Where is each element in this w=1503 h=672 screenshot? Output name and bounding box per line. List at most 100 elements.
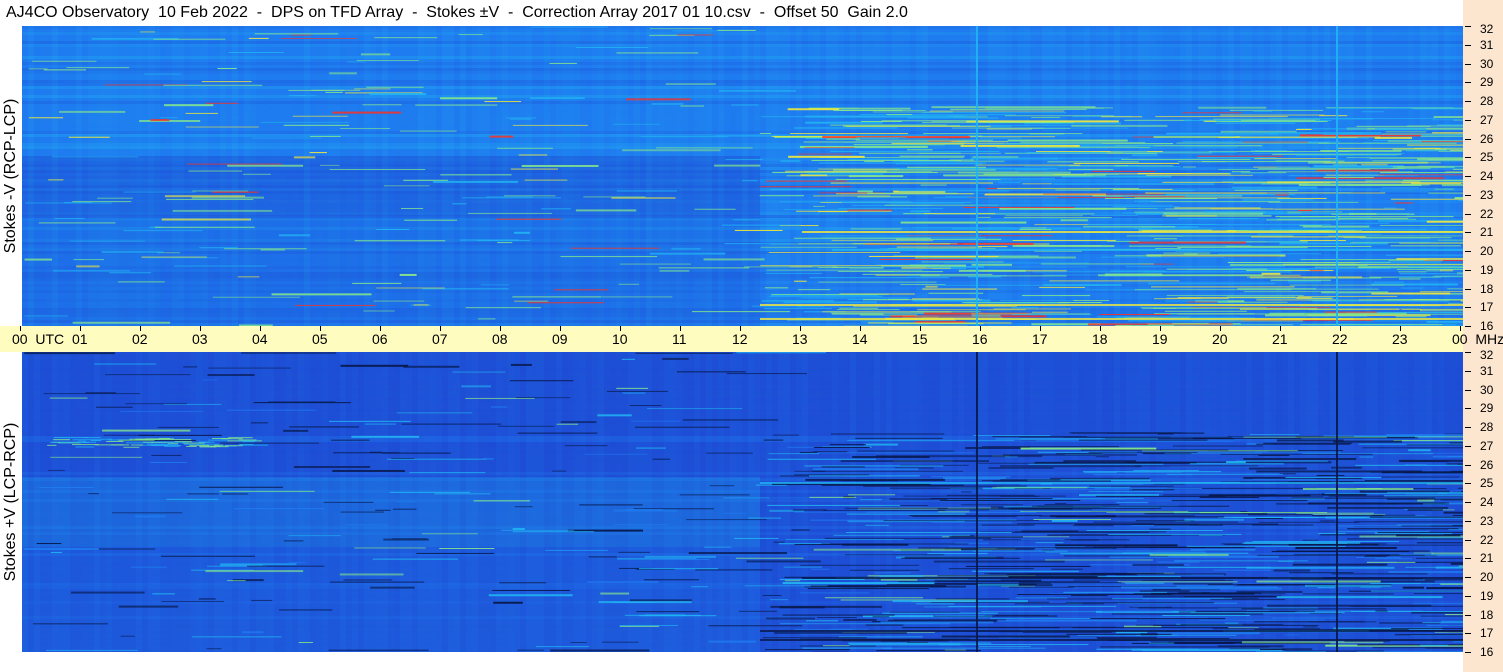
frequency-tick-label: 26 bbox=[1480, 457, 1494, 472]
interference-streak bbox=[1073, 299, 1110, 301]
interference-streak bbox=[1101, 256, 1225, 258]
utc-tick-mark bbox=[200, 326, 201, 331]
interference-streak bbox=[345, 524, 389, 526]
interference-streak bbox=[977, 178, 1055, 180]
interference-streak bbox=[251, 599, 273, 601]
interference-streak bbox=[739, 610, 777, 612]
time-column bbox=[532, 352, 538, 652]
interference-streak bbox=[734, 537, 779, 539]
time-column bbox=[286, 352, 292, 652]
interference-streak bbox=[960, 144, 1080, 147]
interference-streak bbox=[1390, 198, 1463, 200]
interference-streak bbox=[888, 202, 964, 204]
interference-streak bbox=[1246, 269, 1295, 271]
interference-streak bbox=[1292, 563, 1388, 566]
interference-streak bbox=[1088, 491, 1163, 493]
interference-streak bbox=[1289, 572, 1354, 574]
interference-streak bbox=[630, 420, 681, 422]
interference-streak bbox=[960, 491, 972, 493]
interference-streak bbox=[208, 367, 291, 369]
interference-streak bbox=[1095, 495, 1226, 497]
interference-streak bbox=[677, 34, 713, 36]
interference-streak bbox=[413, 304, 429, 306]
frequency-tick-label: 21 bbox=[1480, 551, 1494, 566]
interference-streak bbox=[857, 450, 954, 452]
interference-streak bbox=[1220, 453, 1373, 455]
interference-streak bbox=[512, 528, 525, 531]
time-column bbox=[328, 26, 334, 326]
time-column bbox=[640, 352, 646, 652]
time-column bbox=[1258, 26, 1264, 326]
interference-streak bbox=[1100, 646, 1270, 648]
interference-streak bbox=[809, 496, 856, 498]
interference-streak bbox=[499, 582, 547, 584]
interference-streak bbox=[760, 186, 852, 188]
time-column bbox=[1462, 352, 1463, 652]
early-emission-burst bbox=[228, 437, 253, 439]
time-column bbox=[520, 352, 526, 652]
time-column bbox=[700, 26, 706, 326]
interference-streak bbox=[160, 117, 178, 119]
interference-streak bbox=[1215, 224, 1332, 226]
time-column bbox=[304, 26, 310, 326]
interference-streak bbox=[1380, 172, 1463, 174]
interference-streak bbox=[1316, 474, 1345, 476]
interference-streak bbox=[1385, 131, 1427, 133]
early-emission-burst bbox=[198, 441, 215, 443]
interference-streak bbox=[855, 139, 993, 141]
interference-streak bbox=[1241, 120, 1316, 122]
interference-streak bbox=[1253, 110, 1273, 112]
interference-streak bbox=[767, 458, 876, 460]
interference-streak bbox=[977, 583, 1019, 586]
interference-streak bbox=[1165, 300, 1228, 302]
interference-streak bbox=[552, 470, 567, 472]
interference-streak bbox=[722, 224, 801, 226]
interference-streak bbox=[847, 158, 930, 160]
interference-streak bbox=[889, 487, 983, 489]
interference-streak bbox=[1142, 579, 1234, 581]
time-column bbox=[1276, 26, 1282, 326]
time-column bbox=[28, 352, 34, 652]
interference-streak bbox=[1381, 187, 1419, 189]
time-column bbox=[346, 26, 352, 326]
frequency-tick-label: 21 bbox=[1480, 225, 1494, 240]
early-emission-burst bbox=[123, 446, 140, 448]
time-column bbox=[130, 26, 136, 326]
time-column bbox=[1078, 352, 1084, 652]
interference-streak bbox=[782, 614, 895, 616]
time-column bbox=[184, 26, 190, 326]
interference-streak bbox=[948, 568, 1034, 570]
interference-streak bbox=[1450, 562, 1463, 565]
time-column bbox=[1270, 352, 1276, 652]
interference-streak bbox=[719, 89, 796, 92]
interference-streak bbox=[1259, 593, 1286, 595]
time-column bbox=[712, 26, 718, 326]
interference-streak bbox=[920, 275, 1067, 277]
time-column bbox=[1378, 352, 1384, 652]
interference-streak bbox=[809, 475, 920, 477]
interference-streak bbox=[59, 110, 126, 113]
interference-streak bbox=[1078, 439, 1208, 441]
interference-streak bbox=[1396, 534, 1461, 537]
interference-streak bbox=[517, 432, 598, 434]
interference-streak bbox=[989, 573, 1122, 575]
time-column bbox=[304, 352, 310, 652]
interference-streak bbox=[1361, 164, 1388, 166]
interference-streak bbox=[1396, 268, 1463, 270]
interference-streak bbox=[734, 229, 783, 231]
interference-streak bbox=[813, 446, 870, 448]
interference-streak bbox=[343, 579, 393, 581]
time-column bbox=[1390, 352, 1396, 652]
interference-streak bbox=[1314, 266, 1391, 268]
interference-streak bbox=[1267, 604, 1432, 607]
interference-streak bbox=[715, 135, 779, 137]
interference-streak bbox=[1242, 198, 1314, 201]
interference-streak bbox=[49, 397, 88, 399]
interference-streak bbox=[1218, 169, 1371, 171]
time-column bbox=[1186, 26, 1192, 326]
interference-streak bbox=[945, 196, 971, 198]
time-column bbox=[1258, 352, 1264, 652]
interference-streak bbox=[1258, 167, 1405, 169]
interference-streak bbox=[50, 551, 62, 553]
time-column bbox=[736, 352, 742, 652]
